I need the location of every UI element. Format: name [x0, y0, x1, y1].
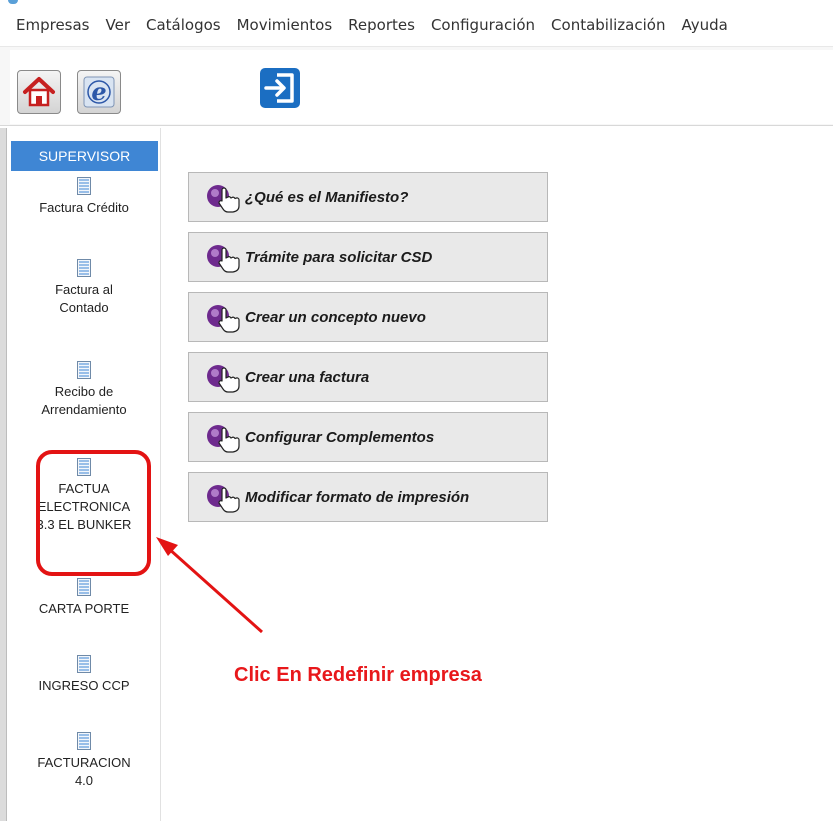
annotation-arrow: [156, 537, 263, 634]
annotation-text: Clic En Redefinir empresa: [234, 664, 482, 686]
